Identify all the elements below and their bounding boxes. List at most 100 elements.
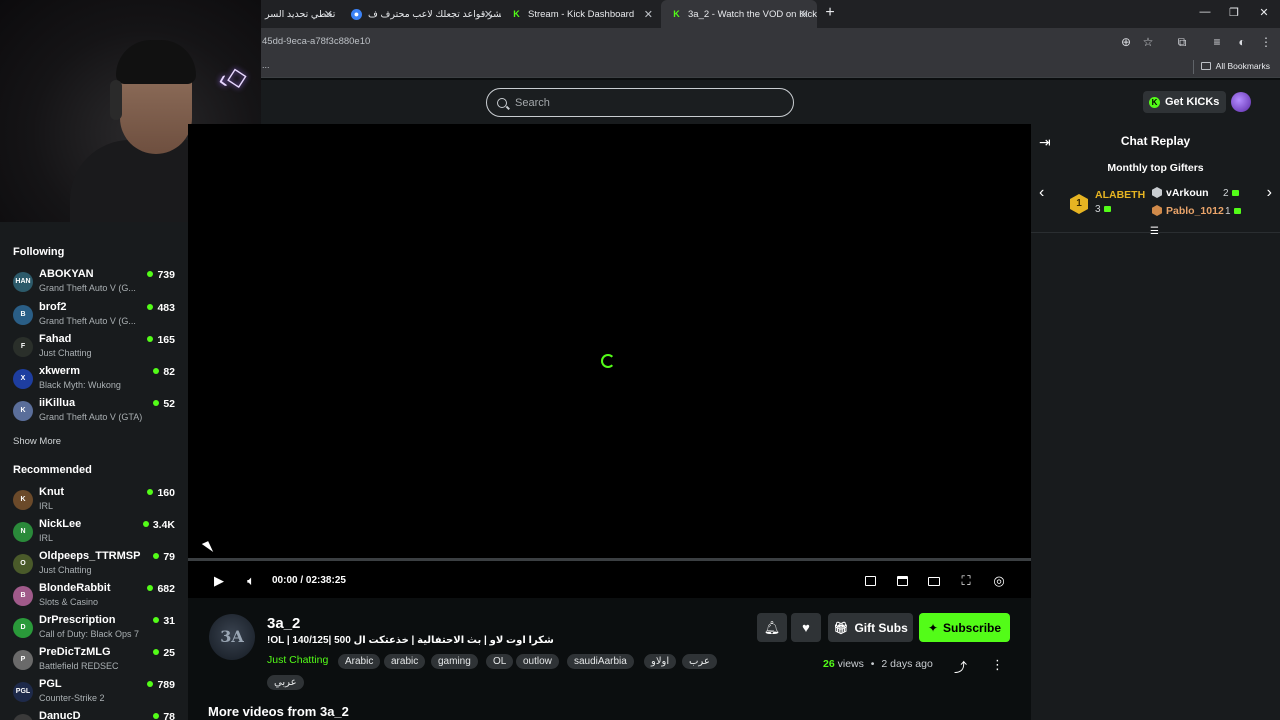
tag-chip[interactable]: اولاو [644,654,677,669]
channel-name: brof2 [39,301,67,313]
all-bookmarks-button[interactable]: All Bookmarks [1200,61,1270,71]
channel-name: PreDicTzMLG [39,646,111,658]
minimize-icon[interactable]: — [1197,6,1213,18]
channel-name[interactable]: 3a_2 [267,615,300,632]
tag-chip[interactable]: OL [486,654,514,669]
sidebar-channel[interactable]: D DanucD 78 [13,710,175,720]
channel-name: DanucD [39,710,81,720]
tag-chip[interactable]: outlow [516,654,559,669]
extensions-icon[interactable]: ⧉ [1175,35,1189,50]
kick-logo-icon: K [513,9,520,19]
tag-chip[interactable]: Arabic [338,654,381,669]
clip-button[interactable] [893,572,911,590]
theatre-mode-button[interactable] [925,572,943,590]
close-tab-icon[interactable]: ✕ [644,8,653,21]
viewer-count: 25 [153,647,175,659]
subscribe-button[interactable]: ✦ Subscribe [919,613,1010,642]
close-tab-icon[interactable]: ✕ [324,8,333,21]
category-link[interactable]: Just Chatting [267,654,328,666]
zoom-icon[interactable]: ⊕ [1119,35,1133,49]
show-more-link[interactable]: Show More [13,436,61,447]
more-options-icon[interactable]: ⋮ [991,657,1004,673]
menu-dots-icon[interactable]: ⋮ [1259,35,1273,49]
expand-pinned-icon[interactable]: ☰ [1150,226,1159,237]
silver-badge-icon [1152,187,1162,198]
get-kicks-button[interactable]: K Get KICKs [1143,91,1227,113]
tag-chip[interactable]: gaming [431,654,478,669]
close-tab-icon[interactable]: ✕ [800,8,809,21]
playback-speed-button[interactable]: ◎ [990,572,1008,590]
share-icon[interactable]: ⤴ [954,657,967,676]
clip-icon [896,576,908,586]
close-window-icon[interactable]: ✕ [1256,6,1272,19]
viewer-count: 789 [147,679,175,691]
sidebar-channel[interactable]: HAN ABOKYAN Grand Theft Auto V (G... 739 [13,268,175,298]
channel-avatar: HAN [13,272,33,292]
gift-subs-button[interactable]: 🎁︎ Gift Subs [828,613,913,642]
channel-name: PGL [39,678,62,690]
sidebar-channel[interactable]: N NickLee IRL 3.4K [13,518,175,548]
channel-category: Counter-Strike 2 [39,693,105,703]
viewer-count: 31 [153,615,175,627]
channel-category: Grand Theft Auto V (G... [39,283,136,293]
sidebar-channel[interactable]: X xkwerm Black Myth: Wukong 82 [13,365,175,395]
channel-avatar[interactable]: 3A [209,614,255,660]
close-tab-icon[interactable]: ✕ [484,8,493,21]
channel-category: Grand Theft Auto V (G... [39,316,136,326]
media-control-icon[interactable]: ≡ [1210,35,1224,49]
fullscreen-button[interactable]: ⛶ [957,572,975,590]
channel-avatar: PGL [13,682,33,702]
search-icon [497,97,507,108]
viewer-count: 739 [147,269,175,281]
channel-avatar: F [13,337,33,357]
sidebar-channel[interactable]: D DrPrescription Call of Duty: Black Ops… [13,614,175,644]
channel-name: Knut [39,486,65,498]
progress-bar[interactable] [188,558,1031,561]
browser-tab[interactable]: تخطي تحديد السر ✕ [255,0,341,28]
sidebar-channel[interactable]: K iiKillua Grand Theft Auto V (GTA) 52 [13,397,175,427]
new-tab-icon[interactable]: + [822,5,838,21]
viewer-count: 79 [153,551,175,563]
sidebar-channel[interactable]: B brof2 Grand Theft Auto V (G... 483 [13,301,175,331]
tag-chip[interactable]: saudiAarbia [567,654,634,669]
play-button[interactable]: ▶ [210,572,228,590]
monthly-gifters-title: Monthly top Gifters [1107,162,1204,174]
channel-name: iiKillua [39,397,76,409]
browser-tab[interactable]: ● عشر قواعد تجعلك لاعب محترف ف ✕ [341,0,501,28]
sidebar-channel[interactable]: P PreDicTzMLG Battlefield REDSEC 25 [13,646,175,676]
browser-tab-active[interactable]: K 3a_2 - Watch the VOD on Kick ✕ [661,0,817,28]
tag-chip[interactable]: عرب [682,654,717,669]
video-player[interactable]: ▶ 🔈︎ 00:00 / 02:38:25 ⛶ ◎ [188,124,1031,598]
search-input[interactable]: Search [486,88,794,117]
chevron-left-icon[interactable]: ‹ [1039,184,1044,202]
miniplayer-button[interactable] [861,572,879,590]
viewer-count: 52 [153,398,175,410]
tag-chip[interactable]: arabic [384,654,426,669]
channel-avatar: D [13,618,33,638]
browser-tab[interactable]: K Stream - Kick Dashboard ✕ [501,0,661,28]
sidebar-channel[interactable]: B BlondeRabbit Slots & Casino 682 [13,582,175,612]
sidebar-channel[interactable]: F Fahad Just Chatting 165 [13,333,175,363]
sidebar-channel[interactable]: PGL PGL Counter-Strike 2 789 [13,678,175,708]
gifter-name[interactable]: vArkoun [1166,187,1209,199]
channel-category: Just Chatting [39,348,92,358]
bookmark-star-icon[interactable]: ☆ [1141,35,1155,49]
volume-button[interactable]: 🔈︎ [242,572,260,590]
follow-heart-button[interactable]: ♥ [791,613,821,642]
profile-icon[interactable]: ◐ [1235,35,1249,49]
url-text[interactable]: 45dd-9eca-a78f3c880e10 [262,36,370,47]
gifter-name[interactable]: Pablo_1012 [1166,205,1224,217]
top-gifter-name[interactable]: ALABETH [1095,189,1145,201]
channel-avatar: O [13,554,33,574]
bookmark-item[interactable]: ... [262,60,270,70]
user-avatar[interactable] [1231,92,1251,112]
channels-sidebar: Following HAN ABOKYAN Grand Theft Auto V… [0,222,188,720]
get-kicks-label: Get KICKs [1165,96,1220,108]
chevron-right-icon[interactable]: › [1267,184,1272,202]
tag-chip[interactable]: عربي [267,675,304,690]
restore-icon[interactable]: ❐ [1226,6,1242,19]
sidebar-channel[interactable]: K Knut IRL 160 [13,486,175,516]
viewer-count: 483 [147,302,175,314]
notification-bell-button[interactable]: 🔔︎ [757,613,787,642]
sidebar-channel[interactable]: O Oldpeeps_TTRMSP Just Chatting 79 [13,550,175,580]
